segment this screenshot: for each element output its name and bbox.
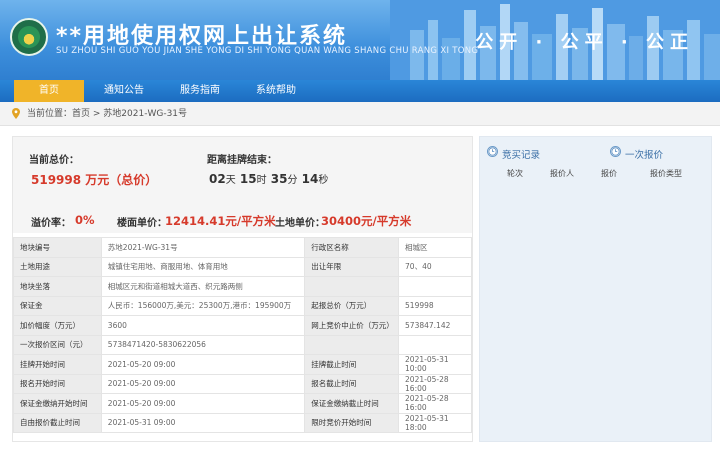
column-bidder: 报价人: [550, 169, 574, 178]
header-banner: **用地使用权网上出让系统 SU ZHOU SHI GUO YOU JIAN S…: [0, 0, 720, 80]
clock-icon: [487, 146, 498, 157]
current-total-value: 519998 万元（总价）: [31, 173, 158, 187]
field-label: [304, 334, 400, 355]
logo-emblem: [10, 18, 48, 56]
field-value: 2021-05-28 16:00: [398, 373, 472, 394]
field-value: 苏地2021-WG-31号: [100, 237, 306, 258]
field-value: 2021-05-20 09:00: [100, 354, 306, 375]
premium-label: 溢价率：: [31, 218, 71, 229]
field-label: 加价幅度（万元）: [13, 315, 102, 336]
field-value: [398, 334, 472, 355]
unit-price-row: 溢价率： 0% 楼面单价： 12414.41元/平方米 土地单价： 30400元…: [13, 209, 472, 233]
floor-price-value: 12414.41元/平方米: [165, 214, 276, 228]
nav-item-notices[interactable]: 通知公告: [88, 80, 160, 102]
field-value: 2021-05-20 09:00: [100, 393, 306, 414]
table-row: 保证金 人民币：156000万,美元：25300万,港币：195900万 起报总价（…: [13, 295, 472, 316]
table-row: 挂牌开始时间 2021-05-20 09:00 挂牌截止时间 2021-05-31 1…: [13, 354, 472, 375]
tab-bid-records[interactable]: 竞买记录: [502, 147, 540, 161]
field-value: 相城区元和街道相城大道西、织元路两侧: [100, 276, 306, 297]
field-label: 自由报价截止时间: [13, 412, 102, 433]
table-row: 保证金缴纳开始时间 2021-05-20 09:00 保证金缴纳截止时间 2021-0…: [13, 393, 472, 414]
column-bid: 报价: [601, 169, 617, 178]
countdown-minutes: 35: [270, 172, 288, 186]
table-row: 加价幅度（万元） 3600 网上竞价中止价（万元） 573847.142: [13, 315, 472, 336]
countdown-days: 02: [209, 172, 226, 186]
parcel-info-table: 地块编号 苏地2021-WG-31号 行政区名称 相城区 土地用途 城镇住宅用地、商服用地…: [13, 237, 472, 433]
location-pin-icon: [12, 108, 20, 119]
slogan: 公开 · 公平 · 公正: [475, 32, 694, 53]
countdown-label: 距离挂牌结束：: [207, 155, 277, 166]
field-value: 5738471420-5830622056: [100, 334, 306, 355]
countdown-hours: 15: [239, 172, 257, 186]
field-label: 地块坐落: [13, 276, 102, 297]
field-label: 报名截止时间: [304, 373, 400, 394]
field-label: 地块编号: [13, 237, 102, 258]
countdown-timer: 02天 15时 35分 14秒: [209, 172, 329, 186]
field-value: 人民币：156000万,美元：25300万,港币：195900万: [100, 295, 306, 316]
breadcrumb-home-link[interactable]: 首页: [72, 109, 90, 119]
site-title-pinyin: SU ZHOU SHI GUO YOU JIAN SHE YONG DI SHI…: [56, 46, 479, 56]
table-row: 一次报价区间（元） 5738471420-5830622056: [13, 334, 472, 355]
table-row: 报名开始时间 2021-05-20 09:00 报名截止时间 2021-05-28 1…: [13, 373, 472, 394]
field-value: 3600: [100, 315, 306, 336]
field-value: 70、40: [398, 256, 472, 277]
breadcrumb-separator: >: [90, 109, 104, 119]
field-value: [398, 276, 472, 297]
current-total-label: 当前总价：: [29, 155, 79, 166]
field-label: 保证金缴纳截止时间: [304, 393, 400, 414]
field-value: 2021-05-28 16:00: [398, 393, 472, 414]
table-row: 自由报价截止时间 2021-05-31 09:00 限时竞价开始时间 2021-05-…: [13, 412, 472, 433]
field-value: 2021-05-31 09:00: [100, 412, 306, 433]
field-value: 城镇住宅用地、商服用地、体育用地: [100, 256, 306, 277]
field-label: 行政区名称: [304, 237, 400, 258]
field-value: 519998: [398, 295, 472, 316]
premium-value: 0%: [75, 213, 95, 227]
auction-detail-panel: 当前总价： 519998 万元（总价） 距离挂牌结束： 02天 15时 35分 …: [12, 136, 473, 442]
main-nav: 首页 通知公告 服务指南 系统帮助: [0, 80, 720, 102]
breadcrumb: 当前位置：首页 > 苏地2021-WG-31号: [0, 102, 720, 126]
price-summary: 当前总价： 519998 万元（总价） 距离挂牌结束： 02天 15时 35分 …: [13, 137, 472, 233]
column-round: 轮次: [507, 169, 523, 178]
field-label: 挂牌开始时间: [13, 354, 102, 375]
land-price-label: 土地单价：: [275, 218, 325, 229]
field-label: 限时竞价开始时间: [304, 412, 400, 433]
land-price-value: 30400元/平方米: [321, 214, 412, 228]
field-label: 网上竞价中止价（万元）: [304, 315, 400, 336]
floor-price-label: 楼面单价：: [117, 218, 167, 229]
field-value: 2021-05-31 18:00: [398, 412, 472, 433]
field-label: [304, 276, 400, 297]
field-label: 报名开始时间: [13, 373, 102, 394]
field-value: 相城区: [398, 237, 472, 258]
field-value: 2021-05-31 10:00: [398, 354, 472, 375]
field-value: 573847.142: [398, 315, 472, 336]
table-row: 地块编号 苏地2021-WG-31号 行政区名称 相城区: [13, 237, 472, 258]
countdown-seconds: 14: [301, 172, 319, 186]
clock-icon: [610, 146, 621, 157]
bid-records-panel: 竞买记录 一次报价 轮次 报价人 报价 报价类型: [479, 136, 712, 442]
nav-item-help[interactable]: 系统帮助: [240, 80, 312, 102]
table-row: 地块坐落 相城区元和街道相城大道西、织元路两侧: [13, 276, 472, 297]
table-row: 土地用途 城镇住宅用地、商服用地、体育用地 出让年限 70、40: [13, 256, 472, 277]
breadcrumb-current: 苏地2021-WG-31号: [103, 109, 188, 119]
field-label: 一次报价区间（元）: [13, 334, 102, 355]
field-label: 保证金缴纳开始时间: [13, 393, 102, 414]
field-label: 出让年限: [304, 256, 400, 277]
field-label: 起报总价（万元）: [304, 295, 400, 316]
breadcrumb-prefix: 当前位置：: [27, 109, 73, 119]
field-value: 2021-05-20 09:00: [100, 373, 306, 394]
nav-item-home[interactable]: 首页: [14, 80, 84, 102]
field-label: 保证金: [13, 295, 102, 316]
column-bid-type: 报价类型: [650, 169, 682, 178]
nav-item-service-guide[interactable]: 服务指南: [164, 80, 236, 102]
tab-single-bid[interactable]: 一次报价: [625, 147, 663, 161]
field-label: 挂牌截止时间: [304, 354, 400, 375]
field-label: 土地用途: [13, 256, 102, 277]
